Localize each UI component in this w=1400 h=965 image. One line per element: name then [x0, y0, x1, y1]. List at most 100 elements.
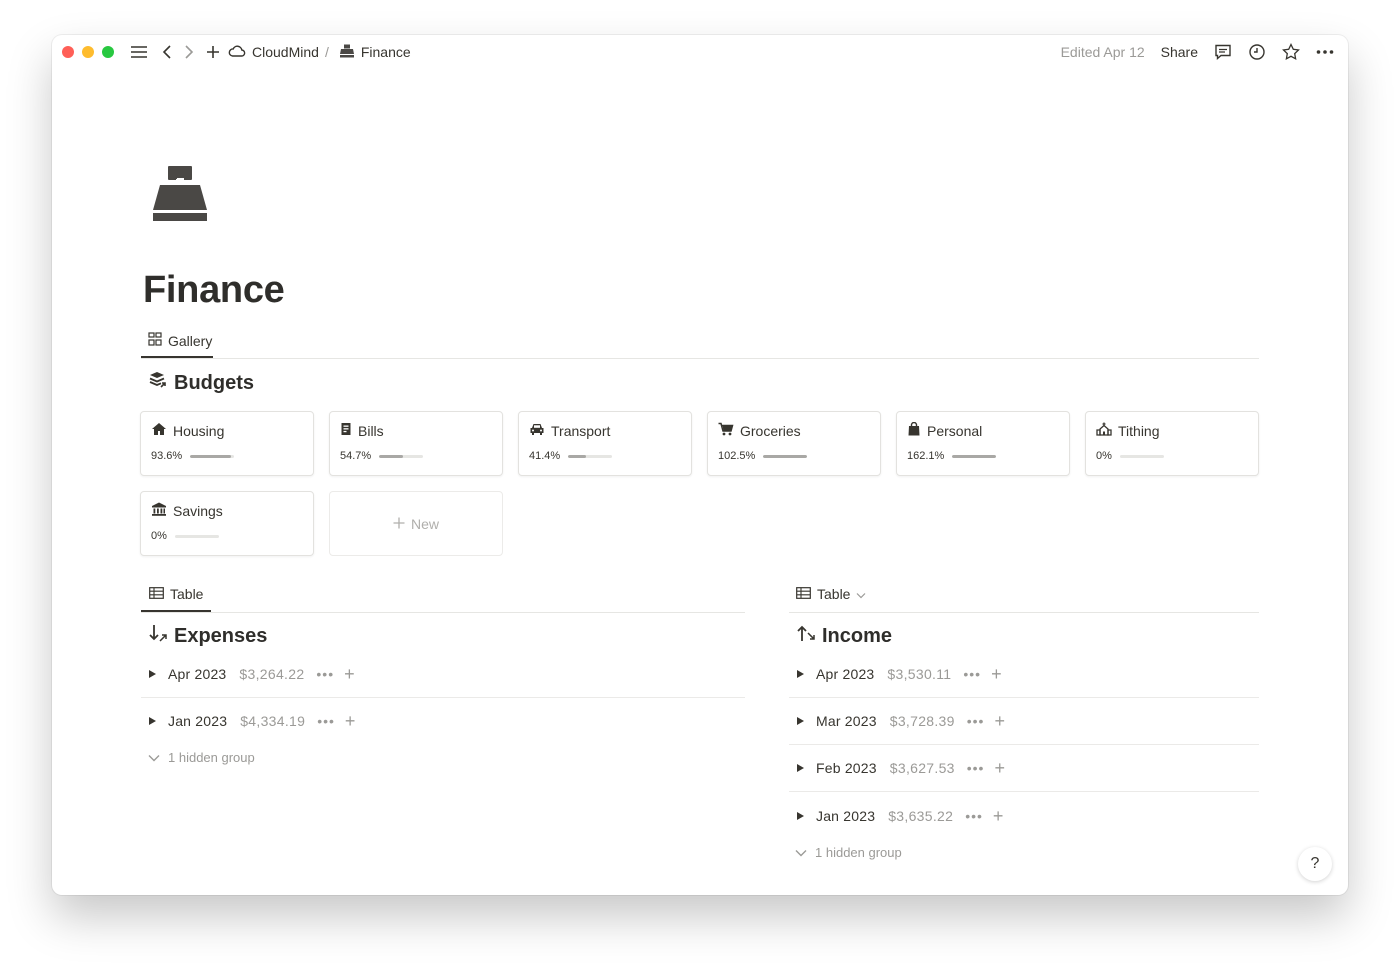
top-bar-tools: Edited Apr 12 Share — [1061, 35, 1334, 69]
tab-income-table[interactable]: Table — [796, 586, 866, 602]
income-heading: Income — [796, 623, 892, 649]
group-add-icon[interactable]: + — [344, 665, 355, 683]
help-button[interactable]: ? — [1298, 847, 1332, 881]
new-page-plus-icon[interactable] — [206, 45, 220, 59]
group-add-icon[interactable]: + — [345, 712, 356, 730]
star-favorite-icon[interactable] — [1282, 43, 1300, 61]
window-controls — [62, 46, 114, 58]
table-icon — [796, 586, 811, 602]
budget-card-name: Tithing — [1118, 422, 1160, 439]
expand-triangle-icon[interactable] — [797, 670, 804, 678]
forward-arrow-icon[interactable] — [184, 45, 194, 59]
budgets-heading: Budgets — [148, 370, 254, 396]
expand-triangle-icon[interactable] — [149, 717, 156, 725]
progress-bar-fill — [952, 454, 997, 458]
tab-income-label: Table — [817, 586, 851, 602]
tab-expenses-label: Table — [170, 586, 204, 602]
expenses-group-row[interactable]: Jan 2023 $4,334.19 ••• + — [149, 711, 355, 731]
close-window-button[interactable] — [62, 46, 74, 58]
expenses-group-row[interactable]: Apr 2023 $3,264.22 ••• + — [149, 664, 355, 684]
income-group-row[interactable]: Jan 2023 $3,635.22 ••• + — [797, 806, 1003, 826]
progress-bar — [174, 534, 219, 538]
row-divider — [789, 744, 1259, 745]
page-title[interactable]: Finance — [143, 269, 285, 312]
table-icon — [149, 586, 164, 602]
minimize-window-button[interactable] — [82, 46, 94, 58]
sidebar-menu-icon[interactable] — [130, 45, 148, 59]
arrow-down-icon — [148, 623, 168, 649]
group-amount: $3,530.11 — [887, 666, 952, 682]
budget-card-transport[interactable]: Transport 41.4% — [518, 411, 692, 476]
group-add-icon[interactable]: + — [993, 807, 1004, 825]
budget-card-bills[interactable]: Bills 54.7% — [329, 411, 503, 476]
budget-card-percent: 0% — [151, 530, 167, 542]
tab-gallery[interactable]: Gallery — [148, 332, 212, 349]
income-title: Income — [822, 624, 893, 647]
zoom-window-button[interactable] — [102, 46, 114, 58]
expand-triangle-icon[interactable] — [149, 670, 156, 678]
progress-bar-fill — [190, 454, 232, 458]
tab-gallery-label: Gallery — [168, 332, 213, 349]
clock-history-icon[interactable] — [1248, 43, 1266, 61]
progress-bar-fill — [568, 454, 587, 458]
chevron-down-icon — [795, 845, 807, 860]
group-label: Apr 2023 — [816, 666, 875, 682]
new-card-label: New — [410, 515, 439, 532]
cash-register-small-icon — [339, 44, 355, 61]
tab-expenses-table[interactable]: Table — [149, 586, 203, 602]
plus-icon — [393, 516, 405, 532]
income-hidden-group-toggle[interactable]: 1 hidden group — [795, 845, 902, 860]
receipt-icon — [340, 422, 352, 439]
income-group-row[interactable]: Apr 2023 $3,530.11 ••• + — [797, 664, 1002, 684]
group-more-icon[interactable]: ••• — [965, 808, 983, 824]
budget-card-progress: 93.6% — [151, 450, 235, 462]
group-add-icon[interactable]: + — [994, 712, 1005, 730]
budget-card-savings[interactable]: Savings 0% — [140, 491, 314, 556]
group-amount: $3,264.22 — [239, 666, 305, 682]
comment-icon[interactable] — [1214, 43, 1232, 61]
expenses-hidden-group-toggle[interactable]: 1 hidden group — [148, 750, 255, 765]
budget-card-personal[interactable]: Personal 162.1% — [896, 411, 1070, 476]
budget-card-title: Savings — [151, 502, 223, 519]
cash-register-page-icon[interactable] — [152, 165, 208, 228]
budget-card-title: Personal — [907, 421, 982, 439]
hidden-group-label: 1 hidden group — [168, 750, 255, 765]
breadcrumb-page[interactable]: Finance — [361, 44, 411, 60]
budget-card-progress: 41.4% — [529, 450, 613, 462]
more-options-icon[interactable] — [1316, 49, 1334, 55]
group-more-icon[interactable]: ••• — [317, 713, 335, 729]
top-bar: CloudMind / Finance Edited Apr 12 Share — [52, 35, 1348, 69]
expand-triangle-icon[interactable] — [797, 764, 804, 772]
breadcrumb-workspace[interactable]: CloudMind — [252, 44, 319, 60]
bag-icon — [907, 421, 921, 439]
group-more-icon[interactable]: ••• — [967, 713, 985, 729]
expand-triangle-icon[interactable] — [797, 717, 804, 725]
budget-card-housing[interactable]: Housing 93.6% — [140, 411, 314, 476]
share-button[interactable]: Share — [1161, 44, 1198, 60]
budget-card-percent: 0% — [1096, 450, 1112, 462]
group-more-icon[interactable]: ••• — [316, 666, 334, 682]
budget-card-progress: 54.7% — [340, 450, 424, 462]
back-arrow-icon[interactable] — [162, 45, 172, 59]
group-more-icon[interactable]: ••• — [963, 666, 981, 682]
budget-card-percent: 41.4% — [529, 450, 561, 462]
stacked-coins-icon — [148, 370, 168, 396]
budget-card-title: Tithing — [1096, 422, 1160, 439]
new-budget-card-button[interactable]: New — [329, 491, 503, 556]
income-group-row[interactable]: Feb 2023 $3,627.53 ••• + — [797, 758, 1005, 778]
budget-card-groceries[interactable]: Groceries 102.5% — [707, 411, 881, 476]
budget-card-title: Housing — [151, 422, 224, 439]
chevron-down-icon[interactable] — [856, 586, 866, 602]
budget-card-progress: 0% — [1096, 450, 1164, 462]
budget-card-percent: 54.7% — [340, 450, 372, 462]
group-add-icon[interactable]: + — [994, 759, 1005, 777]
hidden-group-label: 1 hidden group — [815, 845, 902, 860]
group-add-icon[interactable]: + — [991, 665, 1002, 683]
income-group-row[interactable]: Mar 2023 $3,728.39 ••• + — [797, 711, 1005, 731]
group-more-icon[interactable]: ••• — [967, 760, 985, 776]
budget-card-title: Bills — [340, 422, 384, 439]
expand-triangle-icon[interactable] — [797, 812, 804, 820]
budget-card-tithing[interactable]: Tithing 0% — [1085, 411, 1259, 476]
church-icon — [1096, 422, 1112, 439]
budget-card-title: Groceries — [718, 422, 801, 439]
